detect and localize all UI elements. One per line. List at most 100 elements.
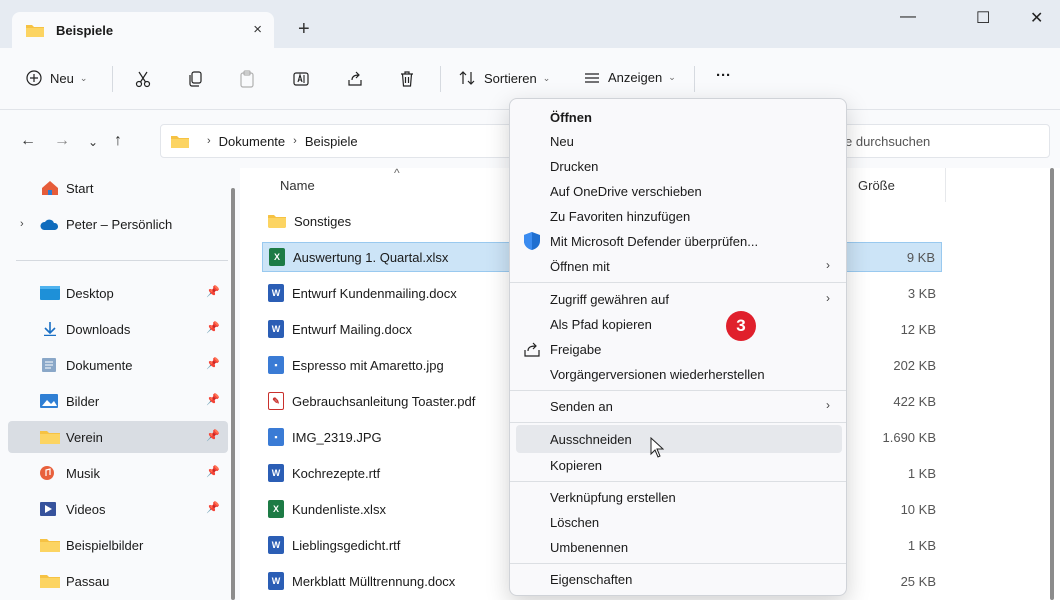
column-header-size[interactable]: Größe <box>858 178 895 193</box>
breadcrumb-chevron-icon: › <box>207 135 211 147</box>
file-name: Espresso mit Amaretto.jpg <box>292 357 444 373</box>
sidebar-item-downloads[interactable]: Downloads 📌 <box>8 313 228 345</box>
menu-separator <box>510 422 846 423</box>
pin-icon[interactable]: 📌 <box>206 357 220 370</box>
menu-item-rename[interactable]: Umbenennen <box>516 535 842 559</box>
menu-item-open-with[interactable]: Öffnen mit › <box>516 254 842 278</box>
menu-item-move-onedrive[interactable]: Auf OneDrive verschieben <box>516 179 842 203</box>
sidebar-item-start[interactable]: Start <box>8 172 228 204</box>
defender-shield-icon <box>524 232 540 250</box>
sidebar-item-musik[interactable]: Musik 📌 <box>8 457 228 489</box>
menu-item-give-access[interactable]: Zugriff gewähren auf › <box>516 287 842 311</box>
pin-icon[interactable]: 📌 <box>206 285 220 298</box>
breadcrumb-dokumente[interactable]: Dokumente <box>219 134 285 149</box>
sidebar-item-desktop[interactable]: Desktop 📌 <box>8 277 228 309</box>
file-size: 9 KB <box>906 249 935 265</box>
menu-item-defender-scan[interactable]: Mit Microsoft Defender überprüfen... <box>516 229 842 253</box>
new-button[interactable]: Neu ⌄ <box>26 70 87 86</box>
file-name: Gebrauchsanleitung Toaster.pdf <box>292 393 476 409</box>
videos-folder-icon <box>40 502 56 516</box>
sidebar-item-bilder[interactable]: Bilder 📌 <box>8 385 228 417</box>
sort-button[interactable]: Sortieren ⌄ <box>458 70 550 86</box>
pin-icon[interactable]: 📌 <box>206 393 220 406</box>
file-name: Merkblatt Mülltrennung.docx <box>292 573 456 589</box>
menu-item-new[interactable]: Neu <box>516 129 842 153</box>
menu-item-label: Mit Microsoft Defender überprüfen... <box>550 233 759 249</box>
menu-item-delete[interactable]: Löschen <box>516 510 842 534</box>
menu-item-cut[interactable]: Ausschneiden <box>516 425 842 453</box>
sort-icon <box>459 71 475 85</box>
share-icon <box>348 71 362 86</box>
forward-arrow-icon[interactable]: → <box>54 132 70 150</box>
sidebar-item-dokumente[interactable]: Dokumente 📌 <box>8 349 228 381</box>
delete-button[interactable] <box>398 70 416 88</box>
sidebar-item-label: Passau <box>66 573 110 589</box>
menu-item-copy[interactable]: Kopieren <box>516 453 842 477</box>
view-button[interactable]: Anzeigen ⌄ <box>584 70 676 85</box>
excel-file-icon: X <box>268 500 284 518</box>
breadcrumb-beispiele[interactable]: Beispiele <box>305 134 358 149</box>
sidebar-scrollbar[interactable] <box>231 188 235 600</box>
menu-item-label: Senden an <box>550 398 613 414</box>
sidebar-item-passau[interactable]: Passau <box>8 565 228 597</box>
menu-item-create-shortcut[interactable]: Verknüpfung erstellen <box>516 485 842 509</box>
menu-item-copy-as-path[interactable]: Als Pfad kopieren <box>516 312 842 336</box>
pin-icon[interactable]: 📌 <box>206 501 220 514</box>
word-file-icon: W <box>268 572 284 590</box>
file-list-scrollbar[interactable] <box>1050 168 1054 600</box>
sidebar-item-videos[interactable]: Videos 📌 <box>8 493 228 525</box>
menu-item-print[interactable]: Drucken <box>516 154 842 178</box>
submenu-chevron-icon: › <box>826 258 830 272</box>
pin-icon[interactable]: 📌 <box>206 429 220 442</box>
file-name: Entwurf Mailing.docx <box>292 321 412 337</box>
breadcrumb-chevron-icon: › <box>293 135 297 147</box>
step-number-badge: 3 <box>726 311 756 341</box>
clipboard-icon <box>240 70 254 88</box>
plus-circle-icon <box>26 70 42 86</box>
copy-button[interactable] <box>186 70 204 88</box>
toolbar-divider <box>112 66 113 92</box>
sort-ascending-icon: ^ <box>394 166 400 180</box>
menu-item-share[interactable]: Freigabe <box>516 337 842 361</box>
up-arrow-icon[interactable]: ↑ <box>114 132 122 150</box>
image-file-icon: ▪ <box>268 356 284 374</box>
sidebar-item-verein[interactable]: Verein 📌 <box>8 421 228 453</box>
menu-item-properties[interactable]: Eigenschaften <box>516 567 842 591</box>
menu-item-open[interactable]: Öffnen <box>516 105 842 129</box>
sidebar-item-label: Bilder <box>66 393 100 409</box>
pin-icon[interactable]: 📌 <box>206 321 220 334</box>
column-header-name[interactable]: Name <box>280 178 315 193</box>
menu-item-add-favorites[interactable]: Zu Favoriten hinzufügen <box>516 204 842 228</box>
sidebar-item-label: Downloads <box>66 321 131 337</box>
search-box[interactable]: e durchsuchen <box>830 124 1050 158</box>
more-options-button[interactable]: ··· <box>716 67 731 84</box>
file-size: 1 KB <box>907 465 936 481</box>
menu-item-restore-versions[interactable]: Vorgängerversionen wiederherstellen <box>516 362 842 386</box>
address-bar[interactable]: › Dokumente › Beispiele <box>160 124 520 158</box>
rename-button[interactable] <box>292 70 310 88</box>
menu-item-send-to[interactable]: Senden an › <box>516 394 842 418</box>
file-size: 25 KB <box>900 573 936 589</box>
sidebar-item-beispielbilder[interactable]: Beispielbilder <box>8 529 228 561</box>
maximize-button[interactable]: ☐ <box>976 8 990 28</box>
paste-button[interactable] <box>238 70 256 88</box>
new-tab-button[interactable]: + <box>298 19 310 39</box>
rename-icon <box>293 72 309 86</box>
back-arrow-icon[interactable]: ← <box>20 132 36 150</box>
folder-icon <box>40 575 60 588</box>
minimize-button[interactable]: — <box>900 8 916 26</box>
recent-chevron-icon[interactable]: ⌄ <box>88 135 98 149</box>
trash-icon <box>401 71 413 87</box>
close-window-button[interactable]: ✕ <box>1030 8 1043 28</box>
image-file-icon: ▪ <box>268 428 284 446</box>
submenu-chevron-icon: › <box>826 398 830 412</box>
menu-item-label: Öffnen mit <box>550 258 610 274</box>
sort-button-label: Sortieren <box>484 70 537 86</box>
tab-close-icon[interactable]: × <box>253 21 262 38</box>
sidebar-item-onedrive[interactable]: Peter – Persönlich <box>8 208 228 240</box>
tab-beispiele[interactable]: Beispiele × <box>12 12 274 48</box>
menu-separator <box>510 563 846 564</box>
share-button[interactable] <box>346 70 364 88</box>
cut-button[interactable] <box>134 70 152 88</box>
pin-icon[interactable]: 📌 <box>206 465 220 478</box>
